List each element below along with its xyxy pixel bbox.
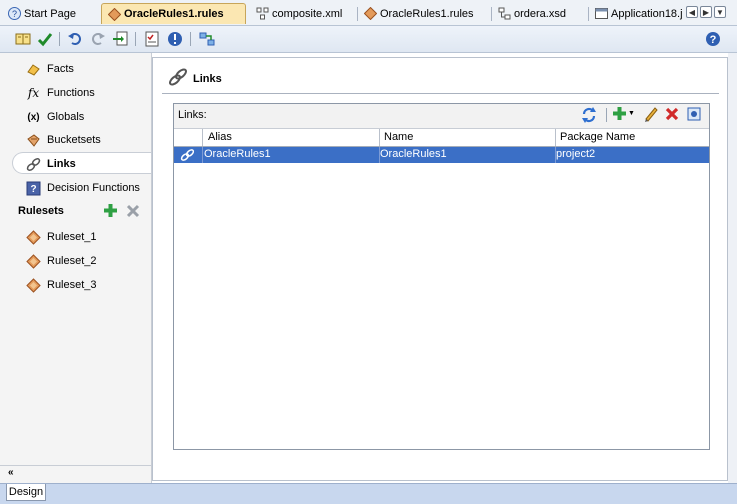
ruleset-icon (26, 277, 41, 293)
ruleset-label: Ruleset_2 (47, 255, 97, 267)
dropdown-arrow-icon: ▼ (628, 110, 635, 117)
rules-diamond-icon (107, 7, 122, 21)
nav-item-bucketsets[interactable]: Bucketsets (26, 130, 101, 150)
rules-editor-toolbar: ? (0, 26, 737, 53)
help-icon[interactable]: ? (704, 30, 722, 48)
table-row[interactable]: OracleRules1 OracleRules1 project2 (174, 147, 709, 163)
nav-item-label: Bucketsets (47, 134, 101, 146)
links-icon (26, 157, 41, 172)
cell-name[interactable]: OracleRules1 (380, 148, 447, 160)
functions-icon: fx (27, 86, 40, 100)
tab-label: composite.xml (272, 7, 343, 20)
decision-functions-icon: ? (26, 181, 41, 196)
tab-label: OracleRules1.rules (124, 8, 224, 20)
collapse-navigator-button[interactable]: « (8, 467, 14, 478)
nav-item-functions[interactable]: fx Functions (26, 83, 95, 103)
application-icon (595, 7, 608, 20)
right-margin (728, 53, 737, 483)
title-divider (162, 93, 719, 94)
ruleset-icon (26, 253, 41, 269)
test-icon[interactable] (198, 30, 216, 48)
help-icon: ? (8, 7, 21, 20)
link-properties-icon[interactable] (686, 106, 702, 125)
info-icon[interactable] (166, 30, 184, 48)
nav-item-decision-functions[interactable]: ? Decision Functions (26, 178, 140, 198)
globals-icon: (x) (27, 111, 40, 123)
editor-bottom-bar (0, 483, 737, 504)
edit-link-icon[interactable] (643, 106, 659, 125)
nav-item-label: Links (47, 158, 76, 170)
refresh-icon[interactable] (580, 106, 598, 127)
checklist-icon[interactable] (143, 30, 161, 48)
nav-item-label: Facts (47, 63, 74, 75)
tab-label: Application18.j (611, 7, 683, 20)
redo-icon[interactable] (89, 30, 107, 48)
column-header-name[interactable]: Name (384, 131, 413, 143)
validate-check-icon[interactable] (36, 30, 54, 48)
column-header-alias[interactable]: Alias (208, 131, 232, 143)
tab-start-page[interactable]: ? Start Page (2, 3, 102, 24)
nav-item-label: Functions (47, 87, 95, 99)
column-header-package[interactable]: Package Name (560, 131, 635, 143)
tab-scroll-right-button[interactable]: ▶ (700, 6, 712, 18)
toolbar-separator (606, 108, 607, 122)
tab-oraclerules1[interactable]: OracleRules1.rules (358, 3, 492, 24)
xsd-icon (498, 7, 511, 20)
ruleset-item[interactable]: Ruleset_1 (26, 227, 97, 247)
cell-alias[interactable]: OracleRules1 (204, 148, 271, 160)
tab-scroll-left-button[interactable]: ◀ (686, 6, 698, 18)
links-table-label: Links: (178, 109, 207, 121)
delete-ruleset-icon[interactable] (126, 204, 140, 221)
nav-item-label: Decision Functions (47, 182, 140, 194)
links-table-header: Alias Name Package Name (174, 129, 709, 147)
tab-label: Start Page (24, 7, 76, 20)
nav-item-label: Globals (47, 111, 85, 123)
page-title-text: Links (193, 72, 222, 85)
links-icon (168, 68, 188, 89)
navigator-divider (0, 465, 151, 466)
tab-design[interactable]: Design (6, 484, 46, 501)
link-row-icon (180, 148, 195, 165)
rules-diamond-icon (363, 6, 378, 21)
nav-item-globals[interactable]: (x) Globals (26, 107, 84, 127)
tab-composite[interactable]: composite.xml (250, 3, 358, 24)
tab-label: OracleRules1.rules (380, 7, 474, 20)
nav-item-links[interactable]: Links (26, 154, 76, 174)
undo-icon[interactable] (66, 30, 84, 48)
import-icon[interactable] (111, 30, 129, 48)
rulesets-header: Rulesets (18, 205, 64, 217)
ruleset-label: Ruleset_1 (47, 231, 97, 243)
delete-link-icon[interactable] (665, 107, 679, 124)
add-ruleset-icon[interactable] (103, 203, 118, 221)
tab-oraclerules1-active[interactable]: OracleRules1.rules (101, 3, 246, 24)
ruleset-item[interactable]: Ruleset_3 (26, 275, 97, 295)
svg-text:?: ? (710, 34, 717, 46)
dictionary-icon[interactable] (14, 30, 32, 48)
bucketsets-icon (26, 133, 41, 148)
svg-text:?: ? (30, 184, 36, 195)
tab-list-button[interactable]: ▼ (714, 6, 726, 18)
tab-label: ordera.xsd (514, 7, 566, 20)
ruleset-icon (26, 229, 41, 245)
facts-icon (26, 62, 41, 77)
editor-tab-strip: ? Start Page OracleRules1.rules composit… (0, 0, 737, 26)
tab-application18[interactable]: Application18.j (589, 3, 684, 24)
page-title: Links (168, 68, 222, 89)
tab-ordera-xsd[interactable]: ordera.xsd (492, 3, 589, 24)
cell-package[interactable]: project2 (556, 148, 595, 160)
ruleset-item[interactable]: Ruleset_2 (26, 251, 97, 271)
ruleset-label: Ruleset_3 (47, 279, 97, 291)
add-link-button[interactable]: ▼ (612, 106, 635, 121)
add-icon (613, 107, 626, 120)
nav-item-facts[interactable]: Facts (26, 59, 74, 79)
composite-icon (256, 7, 269, 20)
svg-text:?: ? (12, 9, 17, 19)
